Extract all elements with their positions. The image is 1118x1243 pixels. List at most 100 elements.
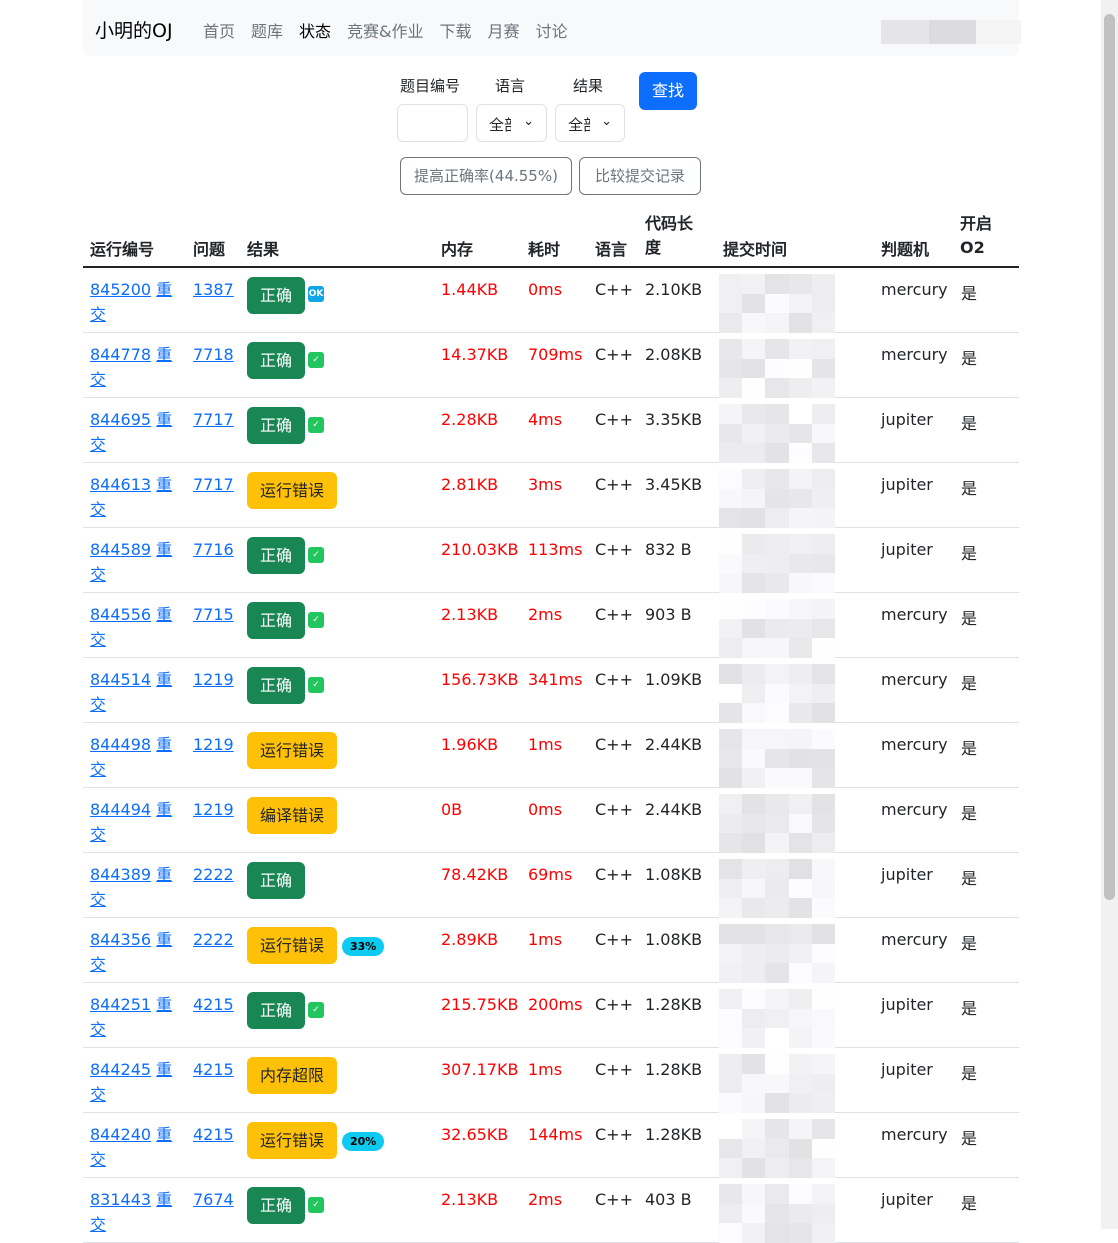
problem-link[interactable]: 7715	[193, 605, 234, 624]
scrollbar-thumb[interactable]	[1104, 14, 1115, 900]
problem-id-input[interactable]	[397, 104, 468, 142]
result-label: 结果	[573, 77, 604, 95]
check-icon: ✓	[308, 352, 324, 368]
run-id-link[interactable]: 844498	[90, 735, 151, 754]
result-select[interactable]: 全部 ⌄	[555, 104, 625, 142]
result-badge[interactable]: 正确	[247, 407, 306, 444]
time: 4ms	[528, 410, 563, 429]
result-badge[interactable]: 正确	[247, 667, 306, 704]
result-badge[interactable]: 内存超限	[247, 1057, 338, 1094]
code-length: 1.08KB	[645, 930, 703, 949]
nav-monthly[interactable]: 月赛	[488, 18, 520, 42]
table-row: 844498 重交 1219 运行错误 1.96KB 1ms C++ 2.44K…	[83, 723, 1019, 788]
o2-enabled: 是	[961, 414, 978, 433]
run-id-link[interactable]: 844613	[90, 475, 151, 494]
user-menu-blurred[interactable]	[881, 20, 1021, 44]
problem-link[interactable]: 7674	[193, 1190, 234, 1209]
table-row: 844240 重交 4215 运行错误 20% 32.65KB 144ms C++…	[83, 1113, 1019, 1178]
language-select[interactable]: 全部 ⌄	[476, 104, 547, 142]
problem-link[interactable]: 4215	[193, 995, 234, 1014]
score-badge: 20%	[342, 1132, 385, 1151]
run-id-link[interactable]: 844556	[90, 605, 151, 624]
table-row: 844514 重交 1219 正确 ✓ 156.73KB 341ms C++ 1.…	[83, 658, 1019, 723]
result-badge[interactable]: 运行错误	[247, 472, 338, 509]
result-badge[interactable]: 正确	[247, 992, 306, 1029]
nav-home[interactable]: 首页	[203, 18, 235, 42]
run-id-link[interactable]: 844389	[90, 865, 151, 884]
nav-contests[interactable]: 竞赛&作业	[347, 18, 423, 42]
language: C++	[595, 1125, 633, 1144]
result-badge[interactable]: 正确	[247, 342, 306, 379]
header-o2: 开启O2	[960, 214, 993, 257]
run-id-link[interactable]: 844589	[90, 540, 151, 559]
problem-link[interactable]: 1219	[193, 735, 234, 754]
result-badge[interactable]: 正确	[247, 862, 306, 899]
run-id-link[interactable]: 844514	[90, 670, 151, 689]
judger: mercury	[881, 605, 948, 624]
language: C++	[595, 865, 633, 884]
problem-link[interactable]: 4215	[193, 1060, 234, 1079]
time: 1ms	[528, 735, 563, 754]
header-run-id: 运行编号	[90, 240, 155, 259]
problem-link[interactable]: 2222	[193, 930, 234, 949]
submit-time-blurred	[719, 274, 835, 333]
scrollbar[interactable]	[1101, 0, 1118, 1229]
result-badge[interactable]: 正确	[247, 602, 306, 639]
search-button[interactable]: 查找	[639, 72, 697, 110]
problem-link[interactable]: 7718	[193, 345, 234, 364]
judger: mercury	[881, 800, 948, 819]
judger: jupiter	[881, 865, 933, 884]
table-row: 844356 重交 2222 运行错误 33% 2.89KB 1ms C++ 1.…	[83, 918, 1019, 983]
code-length: 2.08KB	[645, 345, 703, 364]
table-row: 844494 重交 1219 编译错误 0B 0ms C++ 2.44KB me…	[83, 788, 1019, 853]
table-row: 844556 重交 7715 正确 ✓ 2.13KB 2ms C++ 903 B …	[83, 593, 1019, 658]
code-length: 3.35KB	[645, 410, 703, 429]
run-id-link[interactable]: 844695	[90, 410, 151, 429]
submit-time-blurred	[719, 859, 835, 918]
header-code-length: 代码长度	[645, 214, 694, 257]
problem-link[interactable]: 1219	[193, 670, 234, 689]
memory: 307.17KB	[441, 1060, 519, 1079]
submit-time-blurred	[719, 1054, 835, 1113]
result-badge[interactable]: 运行错误	[247, 732, 338, 769]
nav-discuss[interactable]: 讨论	[536, 18, 568, 42]
result-badge[interactable]: 运行错误	[247, 927, 338, 964]
problem-link[interactable]: 7717	[193, 410, 234, 429]
run-id-link[interactable]: 844240	[90, 1125, 151, 1144]
problem-link[interactable]: 4215	[193, 1125, 234, 1144]
nav-download[interactable]: 下载	[440, 18, 472, 42]
run-id-link[interactable]: 844494	[90, 800, 151, 819]
language: C++	[595, 280, 633, 299]
brand-logo[interactable]: 小明的OJ	[95, 16, 173, 43]
language: C++	[595, 345, 633, 364]
run-id-link[interactable]: 831443	[90, 1190, 151, 1209]
compare-submissions-button[interactable]: 比较提交记录	[579, 157, 701, 195]
problem-link[interactable]: 7717	[193, 475, 234, 494]
improve-accuracy-button[interactable]: 提高正确率(44.55%)	[400, 157, 572, 195]
run-id-link[interactable]: 844356	[90, 930, 151, 949]
result-badge[interactable]: 正确	[247, 1187, 306, 1224]
judger: jupiter	[881, 540, 933, 559]
nav-problems[interactable]: 题库	[251, 18, 283, 42]
time: 3ms	[528, 475, 563, 494]
run-id-link[interactable]: 844245	[90, 1060, 151, 1079]
judger: jupiter	[881, 410, 933, 429]
nav-status[interactable]: 状态	[299, 18, 331, 42]
problem-link[interactable]: 7716	[193, 540, 234, 559]
run-id-link[interactable]: 844251	[90, 995, 151, 1014]
judger: jupiter	[881, 1190, 933, 1209]
result-badge[interactable]: 运行错误	[247, 1122, 338, 1159]
problem-link[interactable]: 2222	[193, 865, 234, 884]
memory: 2.13KB	[441, 1190, 499, 1209]
result-badge[interactable]: 正确	[247, 277, 306, 314]
o2-enabled: 是	[961, 544, 978, 563]
result-badge[interactable]: 正确	[247, 537, 306, 574]
submit-time-blurred	[719, 989, 835, 1048]
run-id-link[interactable]: 844778	[90, 345, 151, 364]
result-badge[interactable]: 编译错误	[247, 797, 338, 834]
problem-link[interactable]: 1219	[193, 800, 234, 819]
problem-link[interactable]: 1387	[193, 280, 234, 299]
table-row: 844389 重交 2222 正确 78.42KB 69ms C++ 1.08K…	[83, 853, 1019, 918]
run-id-link[interactable]: 845200	[90, 280, 151, 299]
memory: 14.37KB	[441, 345, 509, 364]
